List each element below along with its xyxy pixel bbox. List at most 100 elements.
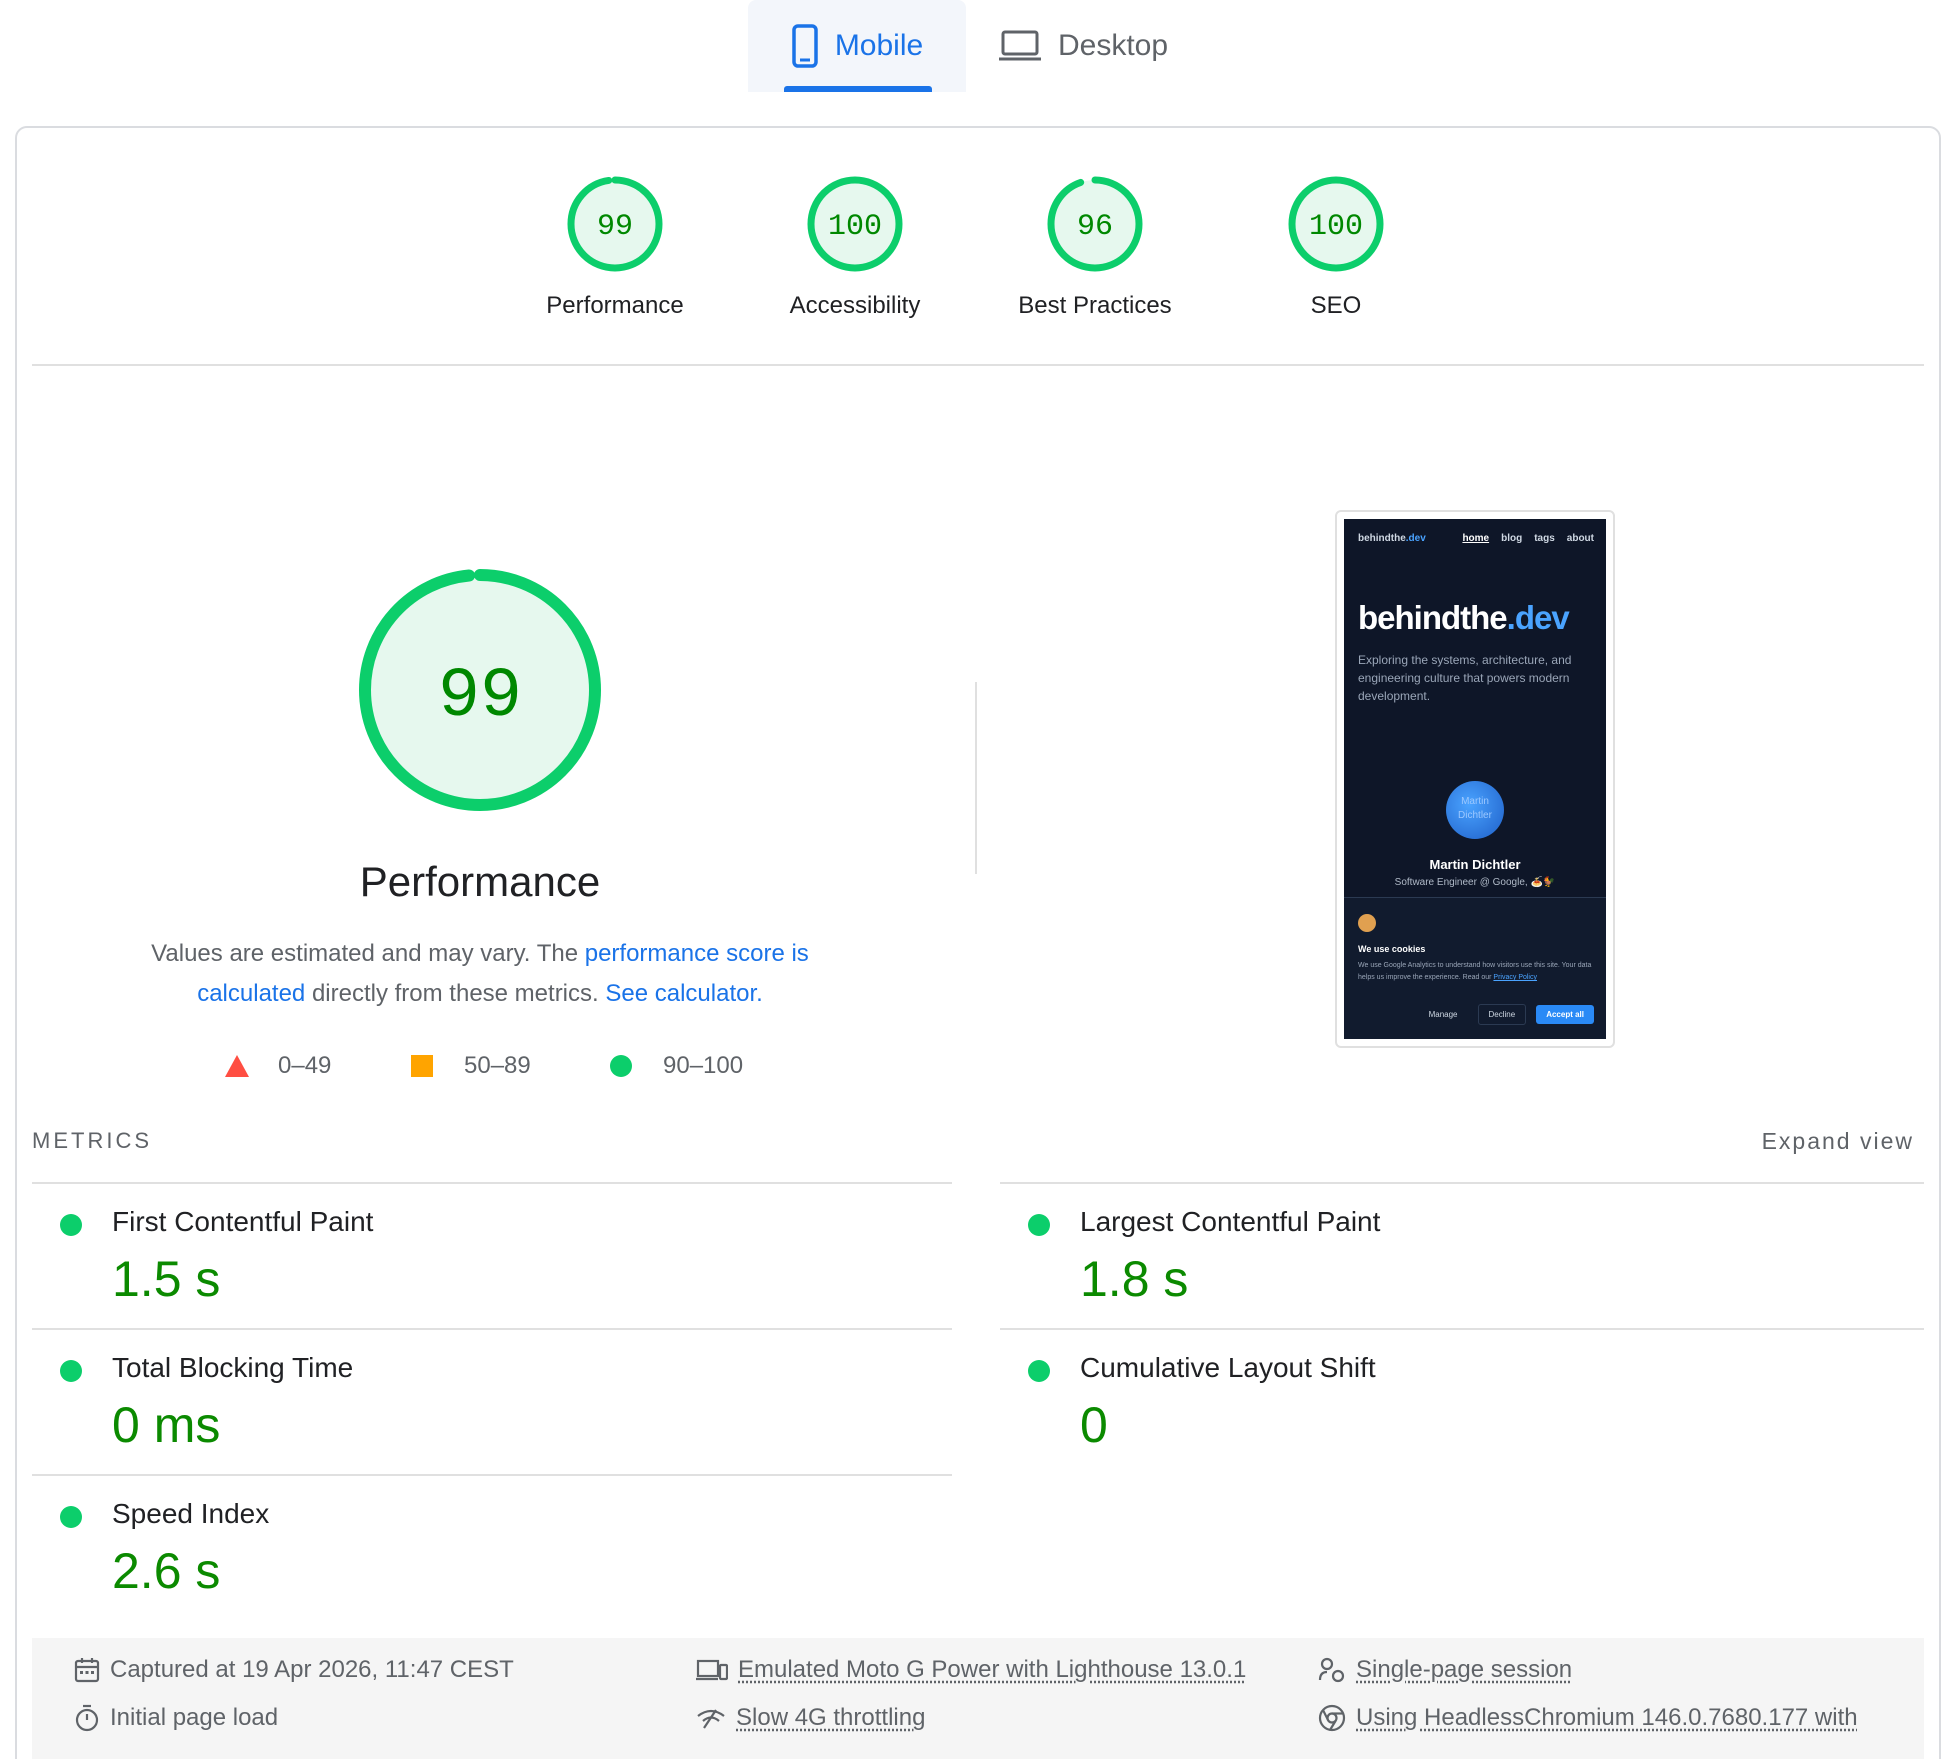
pass-circle-icon	[60, 1214, 82, 1236]
performance-score-large: 99	[438, 658, 522, 737]
metric-value: 1.8 s	[1080, 1250, 1188, 1308]
cookie-text: We use Google Analytics to understand ho…	[1358, 960, 1594, 984]
gauge-ring-performance: 99	[565, 174, 665, 274]
gauge-accessibility[interactable]: 100 Accessibility	[745, 174, 965, 320]
cookie-title: We use cookies	[1358, 944, 1425, 954]
gauge-score-accessibility: 100	[828, 210, 882, 244]
cookie-icon	[1358, 914, 1376, 932]
metric-value: 0 ms	[112, 1396, 220, 1454]
gauge-label-performance: Performance	[505, 292, 725, 320]
metric-name: Largest Contentful Paint	[1080, 1206, 1380, 1238]
tab-mobile-label: Mobile	[835, 29, 923, 63]
tab-desktop-label: Desktop	[1058, 29, 1168, 63]
footer-session-text: Single-page session	[1356, 1656, 1572, 1684]
metric-name: Total Blocking Time	[112, 1352, 353, 1384]
metric-value: 1.5 s	[112, 1250, 220, 1308]
legend-pass: 90–100	[609, 1052, 743, 1080]
expand-view-toggle[interactable]: Expand view	[1762, 1128, 1914, 1155]
gauge-score-performance: 99	[597, 210, 633, 244]
screenshot-avatar: Martin Dichtler	[1446, 781, 1504, 839]
cookie-accept: Accept all	[1536, 1005, 1594, 1024]
metrics-divider	[32, 1328, 952, 1330]
gauge-best-practices[interactable]: 96 Best Practices	[985, 174, 1205, 320]
footer-session[interactable]: Single-page session	[1318, 1656, 1572, 1684]
cookie-buttons: Manage Decline Accept all	[1409, 1004, 1594, 1025]
gauge-score-seo: 100	[1309, 210, 1363, 244]
gauge-ring-seo: 100	[1286, 174, 1386, 274]
metric-name: First Contentful Paint	[112, 1206, 373, 1238]
footer-browser[interactable]: Using HeadlessChromium 146.0.7680.177 wi…	[1318, 1704, 1858, 1732]
pass-circle-icon	[1028, 1214, 1050, 1236]
footer-browser-text: Using HeadlessChromium 146.0.7680.177 wi…	[1356, 1704, 1858, 1732]
footer-initial-load: Initial page load	[74, 1704, 278, 1732]
screenshot-content: behindthe.dev home blog tags about behindth…	[1344, 519, 1606, 1039]
footer-throttling[interactable]: Slow 4G throttling	[696, 1704, 925, 1732]
users-icon	[1318, 1656, 1346, 1684]
legend-average-label: 50–89	[464, 1052, 531, 1080]
metric-value: 0	[1080, 1396, 1108, 1454]
screenshot-nav-links: home blog tags about	[1450, 533, 1594, 544]
laptop-icon	[998, 29, 1042, 63]
circle-icon	[609, 1054, 633, 1078]
gauge-score-best-practices: 96	[1077, 210, 1113, 244]
performance-description: Values are estimated and may vary. The p…	[110, 934, 850, 1014]
vertical-divider	[975, 682, 977, 874]
screenshot-brand-small: behindthe.dev	[1358, 533, 1426, 544]
active-tab-indicator	[784, 86, 932, 92]
screenshot-cookie-banner: We use cookies We use Google Analytics t…	[1344, 897, 1606, 1039]
square-icon	[410, 1054, 434, 1078]
footer-initial-load-text: Initial page load	[110, 1704, 278, 1732]
devices-icon	[696, 1658, 728, 1682]
metrics-divider	[32, 1182, 952, 1184]
page: Mobile Desktop 99 Performance 100 Access…	[0, 0, 1956, 1759]
cookie-manage: Manage	[1419, 1005, 1468, 1024]
section-divider	[32, 364, 1924, 366]
pass-circle-icon	[60, 1360, 82, 1382]
metrics-heading: METRICS	[32, 1128, 152, 1154]
footer-captured: Captured at 19 Apr 2026, 11:47 CEST	[74, 1656, 514, 1684]
gauge-label-accessibility: Accessibility	[745, 292, 965, 320]
desc-prefix: Values are estimated and may vary. The	[151, 940, 585, 967]
see-calculator-link[interactable]: See calculator.	[605, 980, 762, 1007]
legend-fail: 0–49	[224, 1052, 331, 1080]
metrics-divider	[32, 1474, 952, 1476]
tab-mobile[interactable]: Mobile	[748, 0, 966, 92]
calendar-icon	[74, 1657, 100, 1683]
desc-middle: directly from these metrics.	[305, 980, 605, 1007]
legend-fail-label: 0–49	[278, 1052, 331, 1080]
metric-value: 2.6 s	[112, 1542, 220, 1600]
performance-title: Performance	[180, 858, 780, 906]
legend-pass-label: 90–100	[663, 1052, 743, 1080]
footer-captured-text: Captured at 19 Apr 2026, 11:47 CEST	[110, 1656, 514, 1684]
gauge-seo[interactable]: 100 SEO	[1226, 174, 1446, 320]
metrics-divider	[1000, 1182, 1924, 1184]
phone-icon	[791, 24, 819, 68]
gauge-performance[interactable]: 99 Performance	[505, 174, 725, 320]
stopwatch-icon	[74, 1704, 100, 1732]
triangle-icon	[224, 1054, 250, 1078]
chrome-icon	[1318, 1704, 1346, 1732]
screenshot-brand: behindthe.dev	[1358, 599, 1569, 637]
screenshot-author-role: Software Engineer @ Google, 🍝🐓	[1344, 877, 1606, 888]
metrics-divider	[1000, 1328, 1924, 1330]
footer-throttling-text: Slow 4G throttling	[736, 1704, 925, 1732]
tab-desktop[interactable]: Desktop	[998, 0, 1198, 92]
gauge-ring-accessibility: 100	[805, 174, 905, 274]
screenshot-subtitle: Exploring the systems, architecture, and…	[1358, 651, 1598, 705]
performance-gauge-large: 99	[355, 565, 605, 815]
gauge-label-best-practices: Best Practices	[985, 292, 1205, 320]
gauge-ring-best-practices: 96	[1045, 174, 1145, 274]
metric-name: Cumulative Layout Shift	[1080, 1352, 1376, 1384]
screenshot-author-name: Martin Dichtler	[1344, 857, 1606, 872]
legend-average: 50–89	[410, 1052, 531, 1080]
metric-name: Speed Index	[112, 1498, 269, 1530]
gauge-label-seo: SEO	[1226, 292, 1446, 320]
page-screenshot[interactable]: behindthe.dev home blog tags about behindth…	[1335, 510, 1615, 1048]
pass-circle-icon	[60, 1506, 82, 1528]
cookie-decline: Decline	[1478, 1004, 1527, 1025]
screenshot-nav: behindthe.dev home blog tags about	[1358, 533, 1594, 544]
footer-emulated-text: Emulated Moto G Power with Lighthouse 13…	[738, 1656, 1246, 1684]
footer-emulated[interactable]: Emulated Moto G Power with Lighthouse 13…	[696, 1656, 1246, 1684]
pass-circle-icon	[1028, 1360, 1050, 1382]
network-signal-icon	[696, 1706, 726, 1730]
